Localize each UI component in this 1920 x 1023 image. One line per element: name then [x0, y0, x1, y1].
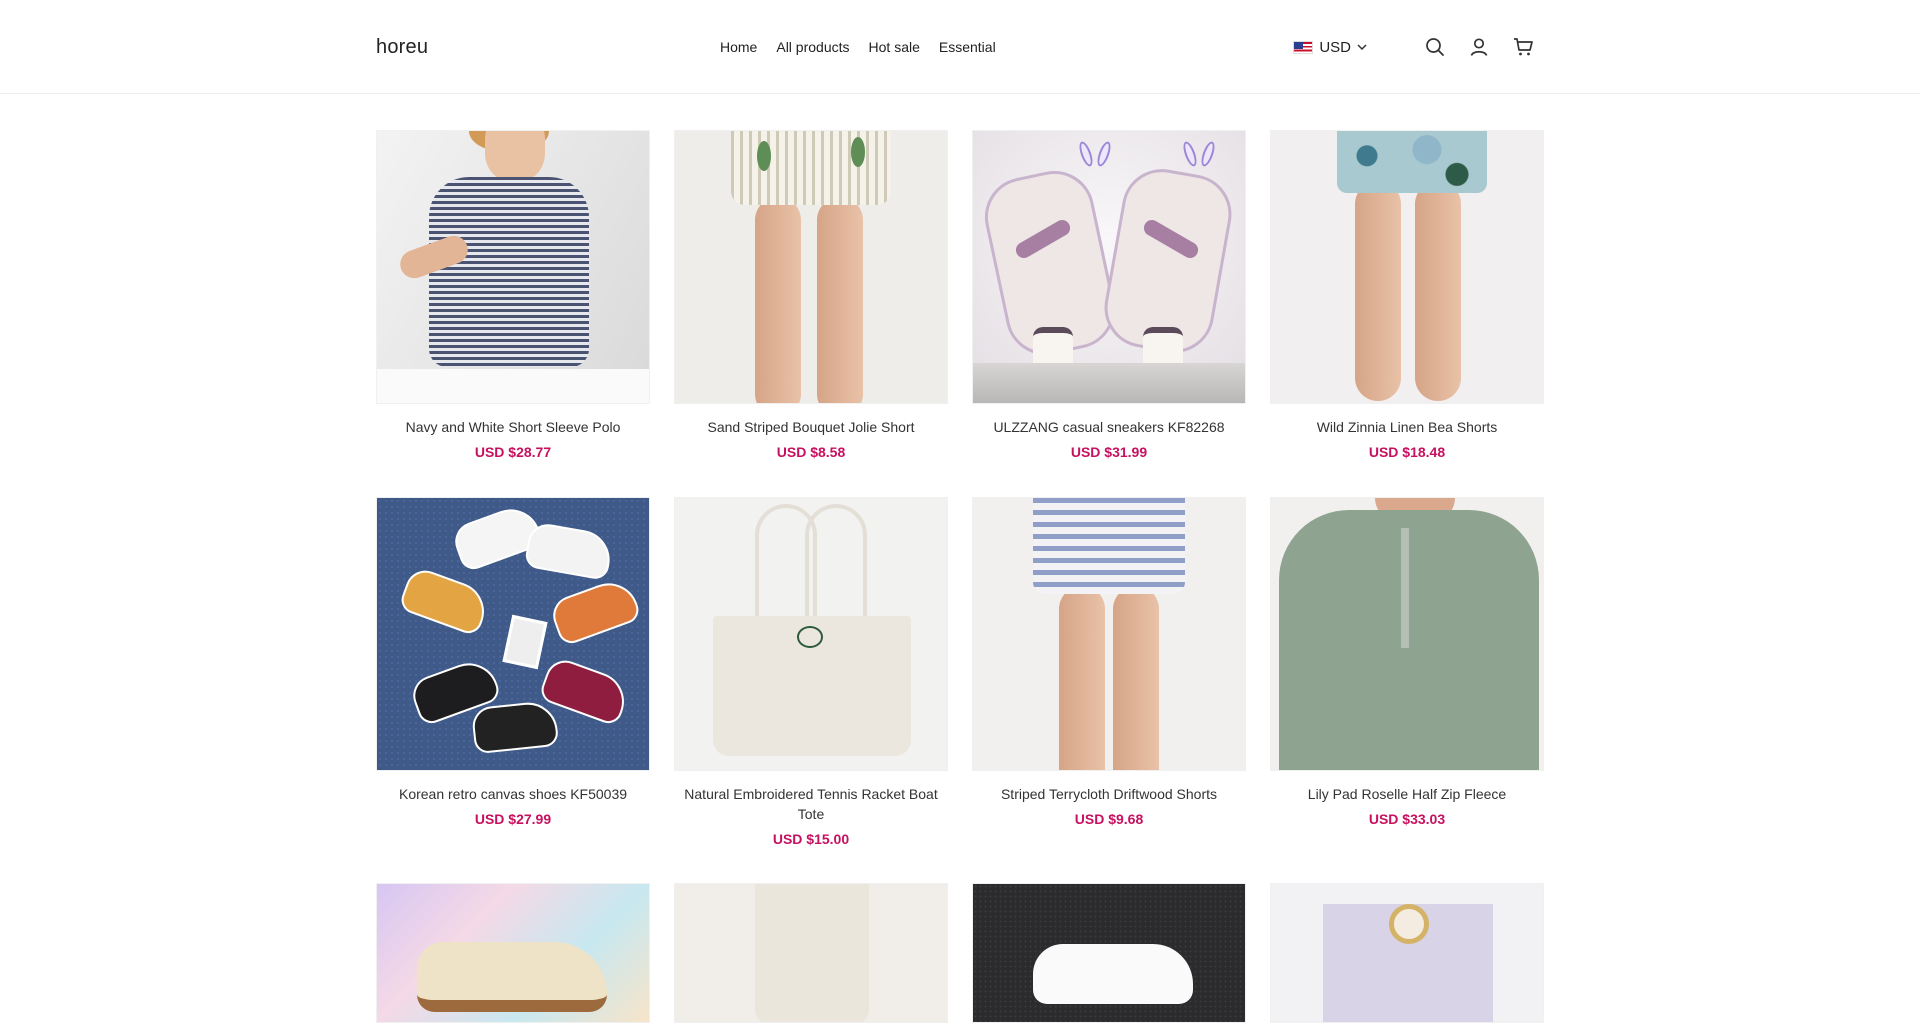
product-image[interactable] [376, 883, 650, 1023]
currency-selector[interactable]: USD [1293, 39, 1368, 56]
product-image[interactable] [674, 497, 948, 771]
header-tools: USD [1293, 0, 1534, 94]
product-title[interactable]: Wild Zinnia Linen Bea Shorts [1270, 417, 1544, 437]
product-card[interactable] [376, 883, 650, 1023]
product-price: USD $33.03 [1368, 811, 1446, 827]
us-flag-icon [1293, 40, 1314, 54]
nav-hot-sale[interactable]: Hot sale [869, 39, 920, 55]
nav-essential[interactable]: Essential [939, 39, 996, 55]
currency-label: USD [1319, 38, 1351, 56]
product-image[interactable] [1270, 497, 1544, 771]
product-image[interactable] [1270, 883, 1544, 1023]
product-card[interactable] [1270, 883, 1544, 1023]
product-card[interactable]: Lily Pad Roselle Half Zip Fleece USD $33… [1270, 497, 1544, 827]
product-image[interactable] [972, 497, 1246, 771]
product-card[interactable]: Wild Zinnia Linen Bea Shorts USD $18.48 [1270, 130, 1544, 460]
site-header: horeu Home All products Hot sale Essenti… [0, 0, 1920, 94]
product-title[interactable]: Sand Striped Bouquet Jolie Short [674, 417, 948, 437]
product-image[interactable] [376, 497, 650, 771]
nav-home[interactable]: Home [720, 39, 757, 55]
search-icon [1426, 38, 1444, 56]
product-title[interactable]: Natural Embroidered Tennis Racket Boat T… [674, 784, 948, 824]
product-price: USD $15.00 [772, 831, 850, 847]
product-price: USD $31.99 [1070, 444, 1148, 460]
cart-icon [1514, 38, 1533, 56]
product-title[interactable]: Navy and White Short Sleeve Polo [376, 417, 650, 437]
product-title[interactable]: Lily Pad Roselle Half Zip Fleece [1270, 784, 1544, 804]
cart-button[interactable] [1512, 36, 1534, 58]
product-image[interactable] [972, 130, 1246, 404]
chevron-down-icon [1357, 44, 1367, 51]
product-price: USD $28.77 [474, 444, 552, 460]
product-title[interactable]: ULZZANG casual sneakers KF82268 [972, 417, 1246, 437]
site-logo[interactable]: horeu [376, 36, 576, 59]
product-card[interactable]: Natural Embroidered Tennis Racket Boat T… [674, 497, 948, 847]
nav-all-products[interactable]: All products [776, 39, 849, 55]
product-image[interactable] [376, 130, 650, 404]
header-inner: horeu Home All products Hot sale Essenti… [376, 0, 1544, 94]
main-nav: Home All products Hot sale Essential [720, 0, 1015, 94]
product-card[interactable]: Korean retro canvas shoes KF50039 USD $2… [376, 497, 650, 827]
product-price: USD $9.68 [1074, 811, 1144, 827]
product-image[interactable] [1270, 130, 1544, 404]
product-title[interactable]: Striped Terrycloth Driftwood Shorts [972, 784, 1246, 804]
account-button[interactable] [1468, 36, 1490, 58]
user-icon [1470, 38, 1488, 56]
product-card[interactable] [674, 883, 948, 1023]
product-price: USD $18.48 [1368, 444, 1446, 460]
search-button[interactable] [1424, 36, 1446, 58]
product-card[interactable]: ULZZANG casual sneakers KF82268 USD $31.… [972, 130, 1246, 460]
product-price: USD $8.58 [776, 444, 846, 460]
product-price: USD $27.99 [474, 811, 552, 827]
product-title[interactable]: Korean retro canvas shoes KF50039 [376, 784, 650, 804]
product-image[interactable] [674, 883, 948, 1023]
product-card[interactable]: Sand Striped Bouquet Jolie Short USD $8.… [674, 130, 948, 460]
product-card[interactable]: Navy and White Short Sleeve Polo USD $28… [376, 130, 650, 460]
product-image[interactable] [674, 130, 948, 404]
product-card[interactable] [972, 883, 1246, 1023]
product-card[interactable]: Striped Terrycloth Driftwood Shorts USD … [972, 497, 1246, 827]
product-image[interactable] [972, 883, 1246, 1023]
